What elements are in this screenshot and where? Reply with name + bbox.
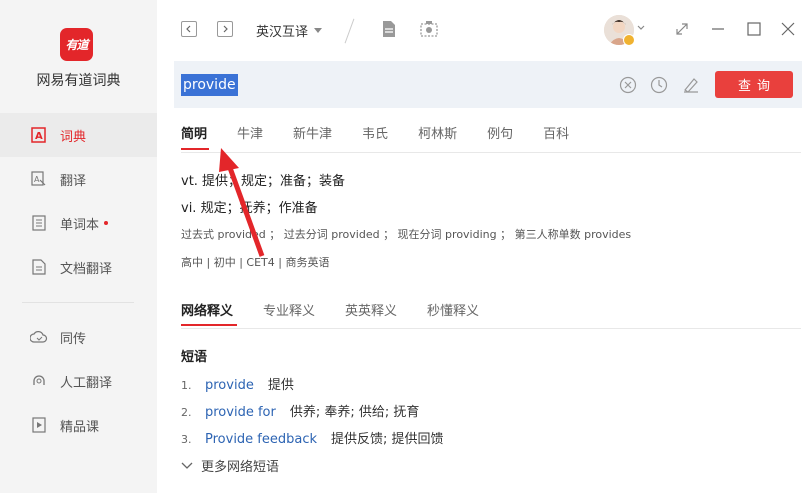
phrase-number: 2.	[181, 406, 192, 419]
phrase-link[interactable]: provide	[205, 378, 254, 393]
translate-mode-select[interactable]: 英汉互译	[256, 21, 323, 40]
history-clock-icon[interactable]	[650, 76, 668, 94]
tab-examples[interactable]: 例句	[487, 123, 513, 153]
sidebar-item-label: 精品课	[60, 419, 100, 435]
video-icon	[30, 416, 48, 434]
close-icon[interactable]	[781, 22, 795, 36]
phrase-meaning: 提供	[267, 378, 294, 393]
sidebar-item-label: 翻译	[60, 173, 87, 189]
tab-encyclopedia[interactable]: 百科	[543, 123, 569, 153]
main-panel: 英汉互译 provide 查询 简明 牛津 新牛津 韦氏 柯林斯 例句 百科 v…	[157, 0, 810, 493]
sidebar-item-courses[interactable]: 精品课	[0, 403, 157, 447]
phrase-number: 3.	[181, 433, 192, 446]
phrase-link[interactable]: Provide feedback	[205, 432, 317, 447]
phrase-link[interactable]: provide for	[205, 405, 276, 420]
clear-icon[interactable]	[619, 76, 637, 94]
mode-label: 英汉互译	[256, 25, 309, 40]
tab-oxford[interactable]: 牛津	[237, 123, 263, 153]
sidebar-item-label: 同传	[60, 331, 87, 347]
list-item: 2. provide for 供养; 奉养; 供给; 抚育	[181, 401, 419, 420]
sidebar-item-human-translate[interactable]: 人工翻译	[0, 359, 157, 403]
list-item: 3. Provide feedback 提供反馈; 提供回馈	[181, 428, 444, 447]
handwriting-icon[interactable]	[682, 76, 700, 94]
phrase-meaning: 提供反馈; 提供回馈	[331, 432, 444, 447]
sidebar: 有道 网易有道词典 A 词典 A 翻译 单词本 文档翻译 同传 人工翻译 精品课	[0, 0, 157, 493]
minimize-icon[interactable]	[711, 22, 725, 36]
dictionary-icon: A	[30, 126, 48, 144]
tab-new-oxford[interactable]: 新牛津	[293, 123, 332, 153]
chevron-left-icon	[186, 25, 191, 33]
svg-text:A: A	[34, 175, 40, 184]
tab-professional[interactable]: 专业释义	[263, 300, 315, 328]
list-item: 1. provide 提供	[181, 374, 294, 393]
mini-mode-icon[interactable]	[675, 22, 689, 36]
svg-text:A: A	[35, 131, 43, 142]
definition-vt: vt. 提供；规定；准备；装备	[181, 174, 346, 189]
section-tabs: 网络释义 专业释义 英英释义 秒懂释义	[181, 300, 509, 328]
search-input[interactable]: provide	[181, 74, 238, 96]
vip-badge-icon	[623, 34, 635, 46]
maximize-icon[interactable]	[747, 22, 761, 36]
translate-icon: A	[30, 170, 48, 188]
document-icon	[30, 258, 48, 276]
sidebar-item-label: 单词本	[60, 217, 100, 233]
sidebar-item-label: 词典	[60, 129, 87, 145]
chevron-down-icon	[181, 462, 193, 469]
dictionary-tabs: 简明 牛津 新牛津 韦氏 柯林斯 例句 百科	[181, 123, 599, 153]
more-phrases-button[interactable]: 更多网络短语	[181, 456, 279, 475]
search-bar: provide 查询	[174, 61, 802, 108]
phrase-meaning: 供养; 奉养; 供给; 抚育	[289, 405, 420, 420]
level-tags: 高中 | 初中 | CET4 | 商务英语	[181, 256, 330, 269]
top-toolbar: 英汉互译	[157, 0, 810, 60]
sidebar-item-doc-translate[interactable]: 文档翻译	[0, 245, 157, 289]
tab-concise[interactable]: 简明	[181, 123, 210, 153]
tab-webster[interactable]: 韦氏	[362, 123, 388, 153]
sidebar-item-label: 文档翻译	[60, 261, 113, 277]
section-tabs-divider	[181, 328, 801, 329]
sidebar-item-wordbook[interactable]: 单词本	[0, 201, 157, 245]
notes-icon[interactable]	[380, 20, 398, 38]
tab-collins[interactable]: 柯林斯	[418, 123, 457, 153]
back-button[interactable]	[181, 21, 197, 37]
definition-vi: vi. 规定；抚养；作准备	[181, 201, 318, 216]
word-forms: 过去式 provided ； 过去分词 provided ； 现在分词 prov…	[181, 228, 632, 241]
cloud-icon	[30, 328, 48, 346]
sidebar-item-dictionary[interactable]: A 词典	[0, 113, 157, 157]
tab-quick-understand[interactable]: 秒懂释义	[427, 300, 479, 328]
caret-down-icon	[314, 28, 323, 33]
sidebar-item-label: 人工翻译	[60, 375, 113, 391]
sidebar-divider	[22, 302, 134, 303]
chevron-down-icon[interactable]	[637, 25, 645, 31]
forward-button[interactable]	[217, 21, 233, 37]
tab-english-english[interactable]: 英英释义	[345, 300, 397, 328]
tab-web-definitions[interactable]: 网络释义	[181, 300, 238, 328]
phrases-title: 短语	[181, 350, 208, 365]
notification-dot	[104, 221, 109, 225]
notebook-icon	[30, 214, 48, 232]
sidebar-item-simultaneous[interactable]: 同传	[0, 315, 157, 359]
headset-icon	[30, 372, 48, 390]
toolbar-divider	[344, 18, 355, 44]
app-logo: 有道	[60, 28, 93, 61]
sidebar-item-translate[interactable]: A 翻译	[0, 157, 157, 201]
app-name: 网易有道词典	[36, 73, 121, 89]
phrase-number: 1.	[181, 379, 192, 392]
more-phrases-label: 更多网络短语	[201, 460, 280, 475]
query-button[interactable]: 查询	[715, 71, 793, 98]
screenshot-camera-icon[interactable]	[420, 20, 438, 38]
chevron-right-icon	[223, 25, 228, 33]
tabs-divider	[181, 152, 801, 153]
